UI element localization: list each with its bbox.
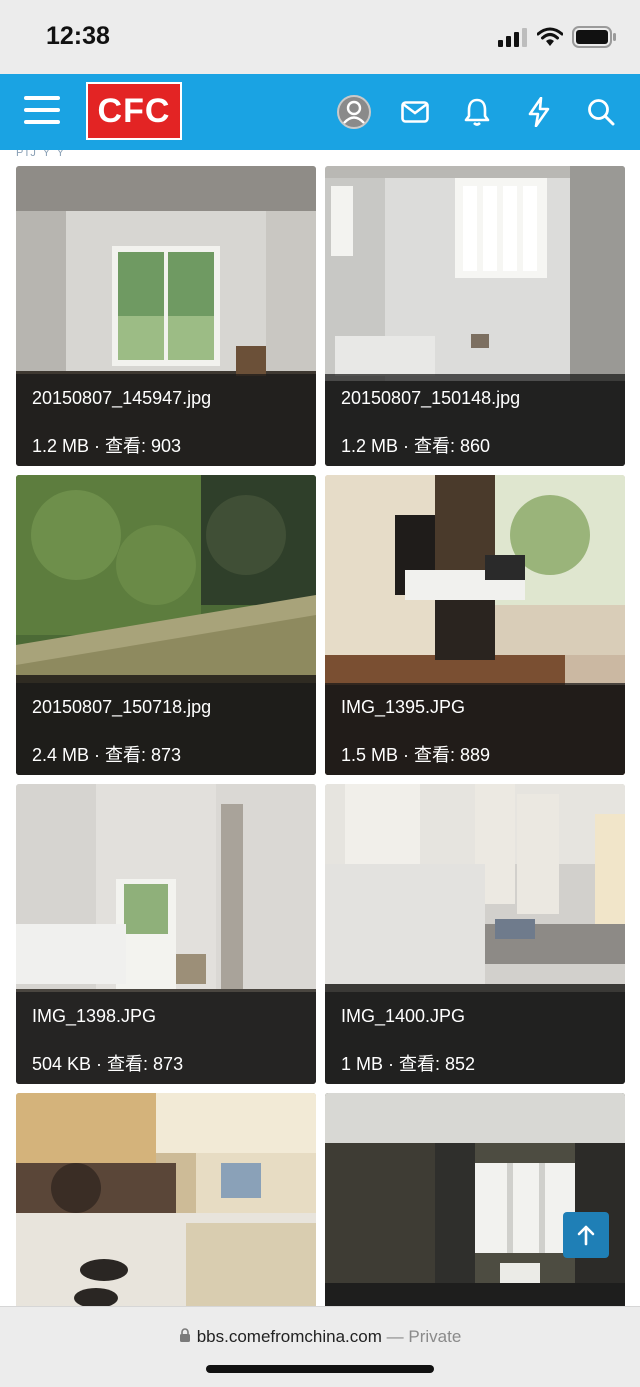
account-button[interactable] (334, 92, 374, 132)
wifi-icon (537, 27, 563, 46)
attachment-filename: IMG_1400.JPG (341, 1006, 466, 1026)
app-header: CFC (0, 74, 640, 150)
inbox-button[interactable] (395, 92, 435, 132)
attachment-thumbnail (16, 1093, 316, 1306)
home-indicator (206, 1365, 434, 1373)
address-display[interactable]: bbs.comefromchina.com — Private (0, 1327, 640, 1347)
attachment-meta: 1.2 MB · 查看: 903 (32, 436, 182, 456)
whats-new-button[interactable] (519, 92, 559, 132)
menu-icon (24, 96, 60, 100)
menu-button[interactable] (24, 96, 60, 128)
private-label: — Private (386, 1327, 462, 1346)
attachment-filename: 20150807_150718.jpg (32, 697, 212, 717)
attachment-card[interactable]: IMG_1400.JPG 1 MB · 查看: 852 (325, 784, 625, 1084)
mail-icon (401, 101, 429, 123)
clipped-heading: PIJ Y Y (16, 150, 67, 159)
attachment-info: 20150807_150718.jpg 2.4 MB · 查看: 873 (16, 683, 316, 775)
scroll-to-top-button[interactable] (563, 1212, 609, 1258)
attachment-meta: 504 KB · 查看: 873 (32, 1054, 184, 1074)
attachment-card[interactable]: 20150807_150718.jpg 2.4 MB · 查看: 873 (16, 475, 316, 775)
attachment-card[interactable]: 20150807_150148.jpg 1.2 MB · 查看: 860 (325, 166, 625, 466)
attachment-filename: IMG_1398.JPG (32, 1006, 157, 1026)
search-icon (588, 99, 615, 126)
status-bar: 12:38 (0, 0, 640, 74)
attachment-filename: 20150807_145947.jpg (32, 388, 212, 408)
attachment-info: 20150807_145947.jpg 1.2 MB · 查看: 903 (16, 374, 316, 466)
alerts-button[interactable] (457, 92, 497, 132)
attachment-info: IMG_1400.JPG 1 MB · 查看: 852 (325, 992, 625, 1084)
user-avatar-icon (337, 95, 371, 129)
url-text: bbs.comefromchina.com (196, 1327, 382, 1346)
bell-icon (464, 98, 490, 126)
attachment-meta: 1.5 MB · 查看: 889 (341, 745, 491, 765)
attachment-thumbnail (325, 1093, 625, 1306)
attachment-info: IMG_1395.JPG 1.5 MB · 查看: 889 (325, 683, 625, 775)
attachment-filename: 20150807_150148.jpg (341, 388, 521, 408)
attachment-filename: IMG_1395.JPG (341, 697, 466, 717)
attachment-info: 20150807_150148.jpg 1.2 MB · 查看: 860 (325, 374, 625, 466)
browser-address-bar[interactable]: bbs.comefromchina.com — Private (0, 1306, 640, 1387)
arrow-up-icon (577, 1225, 595, 1246)
attachment-card[interactable]: IMG_1398.JPG 504 KB · 查看: 873 (16, 784, 316, 1084)
status-icons (498, 26, 616, 48)
attachment-card[interactable]: 20150807_145947.jpg 1.2 MB · 查看: 903 (16, 166, 316, 466)
status-time: 12:38 (46, 22, 110, 50)
attachment-info: IMG_1398.JPG 504 KB · 查看: 873 (16, 992, 316, 1084)
attachment-meta: 1 MB · 查看: 852 (341, 1054, 476, 1074)
attachment-meta: 1.2 MB · 查看: 860 (341, 436, 491, 456)
battery-icon (572, 26, 616, 48)
search-button[interactable] (581, 92, 621, 132)
lock-icon (179, 1328, 190, 1342)
attachment-card[interactable] (16, 1093, 316, 1306)
attachment-card[interactable] (325, 1093, 625, 1306)
attachment-card[interactable]: IMG_1395.JPG 1.5 MB · 查看: 889 (325, 475, 625, 775)
attachment-meta: 2.4 MB · 查看: 873 (32, 745, 182, 765)
site-logo[interactable]: CFC (86, 82, 182, 140)
lightning-icon (528, 97, 550, 127)
signal-icon (498, 28, 527, 47)
attachment-grid: 20150807_145947.jpg 1.2 MB · 查看: 903 201… (16, 166, 625, 1306)
